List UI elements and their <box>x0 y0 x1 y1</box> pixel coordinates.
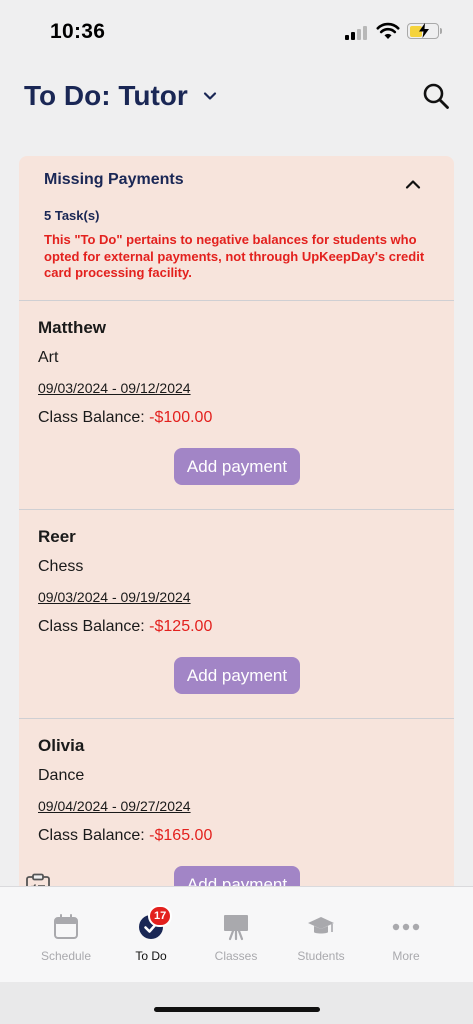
balance-amount: -$165.00 <box>149 827 213 844</box>
balance-amount: -$125.00 <box>149 618 213 635</box>
balance-label: Class Balance: <box>38 618 145 635</box>
tab-bar: Schedule To Do 17 Classes Students More <box>0 886 473 982</box>
balance-label: Class Balance: <box>38 827 145 844</box>
status-bar: 10:36 <box>0 0 473 60</box>
graduation-cap-icon <box>308 917 334 934</box>
add-payment-button[interactable]: Add payment <box>174 657 300 694</box>
student-card: Matthew Art 09/03/2024 - 09/12/2024 Clas… <box>19 301 454 510</box>
section-header[interactable]: Missing Payments 5 Task(s) This "To Do" … <box>19 156 454 301</box>
class-name: Dance <box>38 767 85 784</box>
header: To Do: Tutor <box>0 60 473 150</box>
tab-label: To Do <box>135 949 167 963</box>
section-title: Missing Payments <box>44 171 184 188</box>
task-count: 5 Task(s) <box>44 208 100 223</box>
class-name: Chess <box>38 558 84 575</box>
balance-amount: -$100.00 <box>149 409 213 426</box>
tab-label: Students <box>297 949 345 963</box>
tab-schedule[interactable]: Schedule <box>19 887 113 983</box>
tab-classes[interactable]: Classes <box>189 887 283 983</box>
student-card: Olivia Dance 09/04/2024 - 09/27/2024 Cla… <box>19 719 454 886</box>
class-balance: Class Balance: -$100.00 <box>38 409 212 427</box>
search-icon[interactable] <box>422 82 450 110</box>
missing-payments-list[interactable]: Missing Payments 5 Task(s) This "To Do" … <box>19 156 454 886</box>
student-name: Matthew <box>38 318 106 337</box>
home-indicator <box>154 1007 320 1012</box>
add-payment-button[interactable]: Add payment <box>174 866 300 886</box>
chevron-up-icon[interactable] <box>404 178 422 190</box>
page-title[interactable]: To Do: Tutor <box>24 80 188 112</box>
class-balance: Class Balance: -$165.00 <box>38 827 212 845</box>
wifi-icon <box>376 22 400 39</box>
cellular-signal-icon <box>345 24 371 40</box>
tab-label: More <box>392 949 420 963</box>
date-range-link[interactable]: 09/03/2024 - 09/12/2024 <box>38 380 191 396</box>
more-icon <box>392 923 420 931</box>
calendar-icon <box>54 914 78 939</box>
bottom-safe-area <box>0 982 473 1024</box>
add-payment-button[interactable]: Add payment <box>174 448 300 485</box>
student-card: Reer Chess 09/03/2024 - 09/19/2024 Class… <box>19 510 454 719</box>
date-range-link[interactable]: 09/04/2024 - 09/27/2024 <box>38 798 191 814</box>
section-note: This "To Do" pertains to negative balanc… <box>44 232 425 280</box>
class-balance: Class Balance: -$125.00 <box>38 618 212 636</box>
student-name: Olivia <box>38 736 85 755</box>
date-range-link[interactable]: 09/03/2024 - 09/19/2024 <box>38 589 191 605</box>
student-name: Reer <box>38 527 76 546</box>
battery-cap <box>440 28 442 34</box>
chevron-down-icon[interactable] <box>202 88 218 104</box>
tab-more[interactable]: More <box>359 887 453 983</box>
battery-icon <box>407 23 439 39</box>
class-name: Art <box>38 349 59 366</box>
balance-label: Class Balance: <box>38 409 145 426</box>
tab-students[interactable]: Students <box>274 887 368 983</box>
status-time: 10:36 <box>50 20 106 43</box>
tab-todo[interactable]: To Do <box>104 887 198 983</box>
todo-count-badge: 17 <box>148 905 173 927</box>
easel-icon <box>224 915 248 941</box>
tab-label: Schedule <box>40 949 92 963</box>
tab-label: Classes <box>214 949 258 963</box>
